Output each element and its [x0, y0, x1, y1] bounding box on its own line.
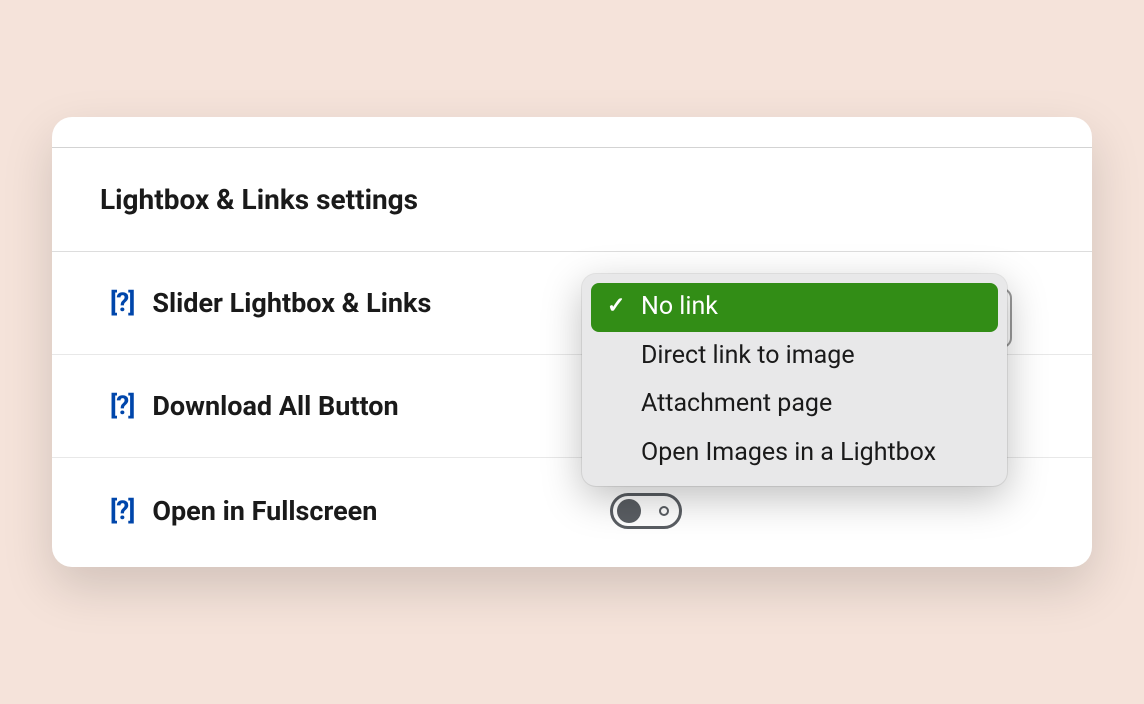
control-area: [542, 493, 1092, 529]
label-group: [?] Download All Button: [52, 390, 542, 422]
dropdown-menu: No link Direct link to image Attachment …: [582, 274, 1007, 486]
label-group: [?] Open in Fullscreen: [52, 495, 542, 527]
section-header: Lightbox & Links settings: [52, 148, 1092, 252]
label-group: [?] Slider Lightbox & Links: [52, 287, 542, 319]
row-label-slider-lightbox: Slider Lightbox & Links: [152, 287, 431, 319]
dropdown-option-direct-link[interactable]: Direct link to image: [591, 332, 998, 381]
help-icon[interactable]: [?]: [110, 391, 134, 421]
row-label-fullscreen: Open in Fullscreen: [152, 495, 377, 527]
row-slider-lightbox: [?] Slider Lightbox & Links No link Dire…: [52, 252, 1092, 355]
settings-panel: Lightbox & Links settings [?] Slider Lig…: [52, 117, 1092, 567]
toggle-knob-icon: [617, 499, 641, 523]
dropdown-option-open-lightbox[interactable]: Open Images in a Lightbox: [591, 429, 998, 478]
section-title: Lightbox & Links settings: [100, 183, 1092, 216]
help-icon[interactable]: [?]: [110, 496, 134, 526]
help-icon[interactable]: [?]: [110, 288, 134, 318]
dropdown-option-attachment-page[interactable]: Attachment page: [591, 380, 998, 429]
toggle-dot-icon: [659, 506, 669, 516]
dropdown-option-no-link[interactable]: No link: [591, 283, 998, 332]
row-label-download-all: Download All Button: [152, 390, 398, 422]
toggle-fullscreen[interactable]: [610, 493, 682, 529]
